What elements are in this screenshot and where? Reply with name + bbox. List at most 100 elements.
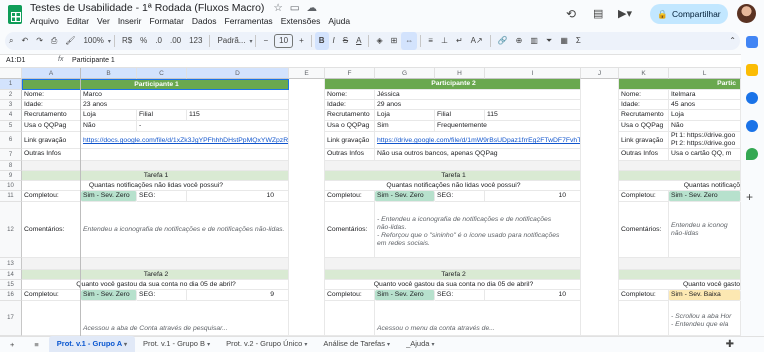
p2-task1-status-dropdown[interactable]: Sim - Sev. Zero	[375, 191, 435, 202]
document-title[interactable]: Testes de Usabilidade - 1ª Rodada (Fluxo…	[30, 2, 264, 14]
comments-icon[interactable]: ▤	[593, 8, 603, 20]
p3-link-value[interactable]: Pt 1: https://drive.goo Pt 2: https://dr…	[669, 132, 741, 149]
p2-usa-extra-dropdown[interactable]: Frequentemente	[435, 121, 581, 132]
font-size-increase-button[interactable]: +	[295, 32, 308, 50]
filter-icon[interactable]: ⏷	[542, 32, 556, 50]
zoom-select[interactable]: 100%	[79, 32, 107, 50]
contacts-icon[interactable]	[746, 120, 758, 132]
row-header[interactable]: 16	[0, 290, 22, 301]
p2-task2-seg-value[interactable]: 10	[485, 290, 581, 301]
strikethrough-button[interactable]: S	[339, 32, 352, 50]
p2-nome-value[interactable]: Jéssica	[375, 90, 581, 100]
calendar-icon[interactable]	[746, 36, 758, 48]
p1-header[interactable]: Participante 1	[22, 79, 289, 90]
keep-icon[interactable]	[746, 64, 758, 76]
row-header[interactable]: 7	[0, 149, 22, 161]
p1-task1-seg-value[interactable]: 10	[187, 191, 289, 202]
menu-extensoes[interactable]: Extensões	[281, 16, 321, 26]
row-header[interactable]: 1	[0, 79, 22, 90]
insert-chart-icon[interactable]: ▥	[526, 32, 542, 50]
row-header[interactable]: 6	[0, 132, 22, 149]
text-color-button[interactable]: A	[352, 32, 365, 50]
sheet-tab-grupo-unico[interactable]: Prot. v.2 - Grupo Único ▾	[218, 336, 315, 352]
p1-usa-extra[interactable]: -	[137, 121, 289, 132]
more-formats-button[interactable]: 123	[185, 32, 206, 50]
explore-icon[interactable]: ✚	[726, 339, 734, 350]
p2-task2-question[interactable]: Quanto você gastou da sua conta no dia 0…	[325, 280, 581, 290]
p1-task1-comment[interactable]: Entendeu a iconografia de notificações e…	[81, 202, 289, 258]
column-header-h[interactable]: H	[435, 68, 485, 79]
sheets-logo-icon[interactable]	[8, 5, 22, 24]
p2-usa-dropdown[interactable]: Sim	[375, 121, 435, 132]
row-header[interactable]: 3	[0, 100, 22, 110]
row-header[interactable]: 5	[0, 121, 22, 132]
column-header-a[interactable]: A	[22, 68, 81, 79]
p1-task2-seg-value[interactable]: 9	[187, 290, 289, 301]
p1-task2-comment[interactable]: Acessou a aba de Conta através de pesqui…	[81, 301, 289, 336]
p2-task2-band[interactable]: Tarefa 2	[325, 270, 581, 280]
p1-task2-question[interactable]: Quanto você gastou da sua conta no dia 0…	[22, 280, 289, 290]
percent-button[interactable]: %	[136, 32, 151, 50]
align-vertical-icon[interactable]: ⊥	[437, 32, 452, 50]
p2-idade-value[interactable]: 29 anos	[375, 100, 581, 110]
p3-task1-comment[interactable]: Entendeu a iconog não-lidas	[669, 202, 741, 258]
column-header-e[interactable]: E	[289, 68, 325, 79]
p3-usa-dropdown[interactable]: Não	[669, 121, 741, 132]
p2-task2-status-dropdown[interactable]: Sim - Sev. Zero	[375, 290, 435, 301]
p1-task1-question[interactable]: Quantas notificações não lidas você poss…	[22, 181, 289, 191]
menu-arquivo[interactable]: Arquivo	[30, 16, 59, 26]
menu-ajuda[interactable]: Ajuda	[328, 16, 350, 26]
row-header[interactable]: 13	[0, 258, 22, 270]
p3-task2-band[interactable]	[619, 270, 741, 280]
p1-task2-status-dropdown[interactable]: Sim - Sev. Zero	[81, 290, 137, 301]
sheet-tab-grupo-b[interactable]: Prot. v.1 - Grupo B ▾	[135, 336, 218, 352]
p3-recrut-dropdown[interactable]: Loja	[669, 110, 741, 121]
sheet-tab-ajuda[interactable]: _Ajuda ▾	[398, 336, 442, 352]
column-header-l[interactable]: L	[669, 68, 741, 79]
column-header-k[interactable]: K	[619, 68, 669, 79]
align-horizontal-icon[interactable]: ≡	[424, 32, 437, 50]
font-size-input[interactable]: 10	[274, 34, 294, 48]
p1-idade-value[interactable]: 23 anos	[81, 100, 289, 110]
all-sheets-button[interactable]: ≡	[24, 337, 48, 352]
row-header[interactable]: 9	[0, 171, 22, 181]
currency-button[interactable]: R$	[118, 32, 136, 50]
history-icon[interactable]: ⟲	[566, 8, 576, 20]
font-select[interactable]: Padrã...	[213, 32, 249, 50]
menu-formatar[interactable]: Formatar	[149, 16, 183, 26]
p3-nome-value[interactable]: Itelmara	[669, 90, 741, 100]
row-header[interactable]: 15	[0, 280, 22, 290]
p2-task2-comment[interactable]: Acessou o menu da conta através de...	[375, 301, 581, 336]
formula-input[interactable]: Participante 1	[72, 57, 115, 64]
add-addon-icon[interactable]: +	[746, 190, 753, 204]
column-header-f[interactable]: F	[325, 68, 375, 79]
redo-icon[interactable]: ↷	[32, 32, 47, 50]
spreadsheet-grid[interactable]: A B C D E F G H I J K L 1 2 3 4 5 6 7 8 …	[0, 68, 741, 336]
p2-outras-value[interactable]: Não usa outros bancos, apenas QQPag	[375, 149, 581, 161]
menu-inserir[interactable]: Inserir	[118, 16, 142, 26]
text-wrap-icon[interactable]: ↵	[452, 32, 467, 50]
column-header-g[interactable]: G	[375, 68, 435, 79]
p2-task1-question[interactable]: Quantas notificações não lidas você poss…	[325, 181, 581, 191]
column-header-d[interactable]: D	[187, 68, 289, 79]
name-box[interactable]: A1:D1	[6, 57, 25, 64]
search-menus-icon[interactable]: ⌕	[5, 32, 17, 50]
p1-nome-value[interactable]: Marco	[81, 90, 289, 100]
p2-link-value[interactable]: https://drive.google.com/file/d/1mW9rBsU…	[375, 132, 581, 149]
p1-task2-band[interactable]: Tarefa 2	[22, 270, 289, 280]
p3-header[interactable]: Partic	[619, 79, 741, 90]
column-header-i[interactable]: I	[485, 68, 581, 79]
filter-views-icon[interactable]: ▦	[556, 32, 572, 50]
p2-task1-comment[interactable]: - Entendeu a iconografia de notificações…	[375, 202, 581, 258]
insert-link-icon[interactable]: 🔗	[494, 32, 512, 50]
p2-recrut-dropdown[interactable]: Loja	[375, 110, 435, 121]
p3-task1-status-dropdown[interactable]: Sim - Sev. Zero	[669, 191, 741, 202]
cloud-status-icon[interactable]: ☁	[307, 2, 318, 14]
row-header[interactable]: 4	[0, 110, 22, 121]
p1-task1-status-dropdown[interactable]: Sim - Sev. Zero	[81, 191, 137, 202]
tasks-icon[interactable]	[746, 92, 758, 104]
menu-ver[interactable]: Ver	[97, 16, 110, 26]
meet-icon[interactable]: ▶▾	[618, 8, 632, 20]
avatar[interactable]	[737, 4, 756, 23]
text-rotation-icon[interactable]: A↗	[467, 32, 487, 50]
